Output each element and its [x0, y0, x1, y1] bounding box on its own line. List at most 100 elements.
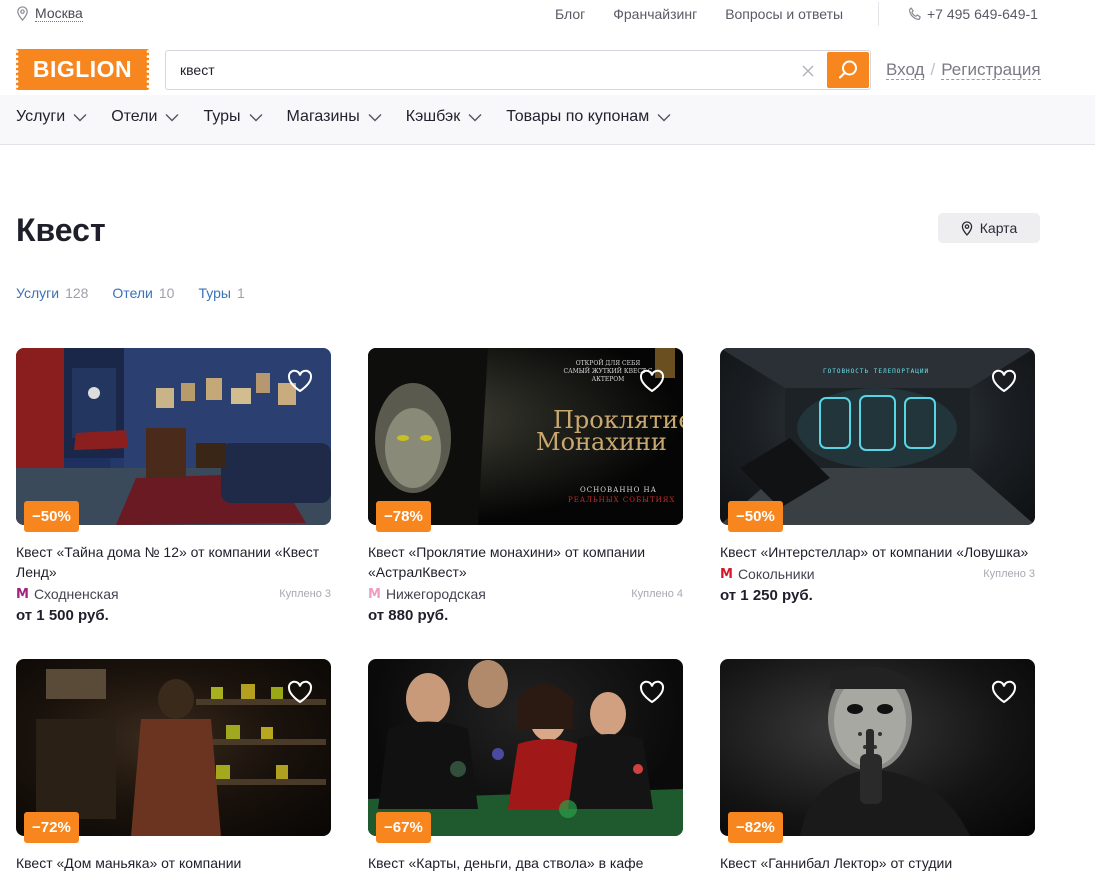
search-bar	[165, 50, 871, 90]
hannibal-mask-illustration	[800, 666, 970, 836]
page-title: Квест	[16, 212, 106, 248]
map-button[interactable]: Карта	[938, 213, 1040, 243]
deal-title[interactable]: Квест «Интерстеллар» от компании «Ловушк…	[720, 542, 1035, 562]
deal-image[interactable]: ОТКРОЙ ДЛЯ СЕБЯ САМЫЙ ЖУТКИЙ КВЕСТ С АКТ…	[368, 348, 683, 525]
deal-title[interactable]: Квест «Тайна дома № 12» от компании «Кве…	[16, 542, 331, 582]
bought-count: Куплено 4	[631, 588, 683, 600]
discount-badge: −82%	[728, 812, 783, 843]
location-pin-icon	[17, 6, 28, 21]
phone-icon	[909, 7, 921, 20]
top-links: Блог Франчайзинг Вопросы и ответы	[555, 6, 843, 22]
nav-item-shops[interactable]: Магазины	[287, 108, 382, 126]
poster-title-line-2: Монахини	[536, 428, 667, 456]
category-name: Туры	[198, 285, 231, 301]
phone-number: +7 495 649-649-1	[927, 6, 1038, 22]
deal-card[interactable]: −82% Квест «Ганнибал Лектор» от студии	[720, 659, 1035, 873]
discount-badge: −67%	[376, 812, 431, 843]
login-link[interactable]: Вход	[886, 60, 925, 80]
faq-link[interactable]: Вопросы и ответы	[725, 6, 843, 22]
logo-text: BIGLION	[32, 56, 133, 82]
search-button[interactable]	[827, 52, 869, 88]
favorite-heart-icon[interactable]	[991, 369, 1017, 393]
chevron-down-icon	[468, 113, 482, 121]
category-count: 10	[158, 285, 175, 301]
deal-title[interactable]: Квест «Проклятие монахини» от компании «…	[368, 542, 683, 582]
location-pin-icon	[961, 220, 973, 236]
auth-links: Вход / Регистрация	[886, 60, 1041, 80]
franchise-link[interactable]: Франчайзинг	[613, 6, 697, 22]
nav-label: Туры	[203, 108, 241, 125]
search-icon	[838, 60, 857, 79]
deal-meta: M Нижегородская Куплено 4	[368, 586, 683, 602]
nav-label: Товары по купонам	[506, 108, 650, 125]
deal-card[interactable]: −67% Квест «Карты, деньги, два ствола» в…	[368, 659, 683, 873]
metro-icon: M	[368, 586, 381, 602]
metro-station: M Нижегородская	[368, 586, 486, 602]
phone-link[interactable]: +7 495 649-649-1	[908, 6, 1038, 22]
deal-card[interactable]: ГОТОВНОСТЬ ТЕЛЕПОРТАЦИИ −50% Квест «Инте…	[720, 348, 1035, 604]
nav-label: Отели	[111, 108, 158, 125]
nav-item-tours[interactable]: Туры	[203, 108, 263, 126]
bought-count: Куплено 3	[983, 568, 1035, 580]
category-hotels[interactable]: Отели 10	[112, 285, 174, 301]
deal-title[interactable]: Квест «Дом маньяка» от компании	[16, 853, 331, 873]
deal-title[interactable]: Квест «Карты, деньги, два ствола» в кафе	[368, 853, 683, 873]
search-input[interactable]	[180, 59, 780, 81]
map-button-label: Карта	[979, 220, 1018, 236]
metro-icon: M	[16, 586, 29, 602]
discount-badge: −50%	[24, 501, 79, 532]
bought-count: Куплено 3	[279, 588, 331, 600]
favorite-heart-icon[interactable]	[287, 680, 313, 704]
favorite-heart-icon[interactable]	[991, 680, 1017, 704]
nav-label: Кэшбэк	[405, 108, 461, 125]
blog-link[interactable]: Блог	[555, 6, 585, 22]
nav-label: Магазины	[286, 108, 360, 125]
nav-item-cashback[interactable]: Кэшбэк	[406, 108, 482, 126]
deal-image[interactable]: ГОТОВНОСТЬ ТЕЛЕПОРТАЦИИ	[720, 348, 1035, 525]
nav-item-services[interactable]: Услуги	[16, 108, 87, 126]
auth-separator: /	[930, 60, 936, 79]
top-bar: Москва Блог Франчайзинг Вопросы и ответы…	[0, 0, 1095, 30]
category-name: Отели	[112, 285, 153, 301]
city-selector[interactable]: Москва	[16, 5, 83, 22]
nav-item-hotels[interactable]: Отели	[111, 108, 179, 126]
category-name: Услуги	[16, 285, 60, 301]
discount-badge: −72%	[24, 812, 79, 843]
deal-card[interactable]: −72% Квест «Дом маньяка» от компании	[16, 659, 331, 873]
deal-card[interactable]: ОТКРОЙ ДЛЯ СЕБЯ САМЫЙ ЖУТКИЙ КВЕСТ С АКТ…	[368, 348, 683, 624]
deal-price: от 1 500 руб.	[16, 607, 109, 624]
deal-image[interactable]	[720, 659, 1035, 836]
favorite-heart-icon[interactable]	[287, 369, 313, 393]
clear-icon[interactable]	[800, 63, 816, 79]
deal-meta: M Сходненская Куплено 3	[16, 586, 331, 602]
metro-station: M Сокольники	[720, 566, 815, 582]
category-count: 1	[236, 285, 245, 301]
chevron-down-icon	[249, 113, 263, 121]
metro-name: Сходненская	[33, 586, 119, 602]
category-tours[interactable]: Туры 1	[198, 285, 244, 301]
city-name: Москва	[35, 5, 83, 22]
deal-image[interactable]	[368, 659, 683, 836]
discount-badge: −78%	[376, 501, 431, 532]
deal-image[interactable]	[16, 348, 331, 525]
chevron-down-icon	[368, 113, 382, 121]
register-link[interactable]: Регистрация	[941, 60, 1041, 80]
deal-image[interactable]	[16, 659, 331, 836]
room-scene-illustration	[16, 348, 331, 525]
favorite-heart-icon[interactable]	[639, 369, 665, 393]
category-services[interactable]: Услуги 128	[16, 285, 88, 301]
chevron-down-icon	[165, 113, 179, 121]
metro-name: Нижегородская	[385, 586, 486, 602]
discount-badge: −50%	[728, 501, 783, 532]
metro-icon: M	[720, 566, 733, 582]
nav-item-coupon-goods[interactable]: Товары по купонам	[506, 108, 671, 126]
maniac-house-illustration	[36, 669, 326, 836]
deal-price: от 1 250 руб.	[720, 587, 813, 604]
casino-scene-illustration	[368, 660, 683, 836]
category-count: 128	[65, 285, 89, 301]
deal-title[interactable]: Квест «Ганнибал Лектор» от студии	[720, 853, 1035, 873]
nav-label: Услуги	[16, 108, 66, 125]
favorite-heart-icon[interactable]	[639, 680, 665, 704]
biglion-logo[interactable]: BIGLION	[15, 49, 150, 90]
deal-card[interactable]: −50% Квест «Тайна дома № 12» от компании…	[16, 348, 331, 624]
